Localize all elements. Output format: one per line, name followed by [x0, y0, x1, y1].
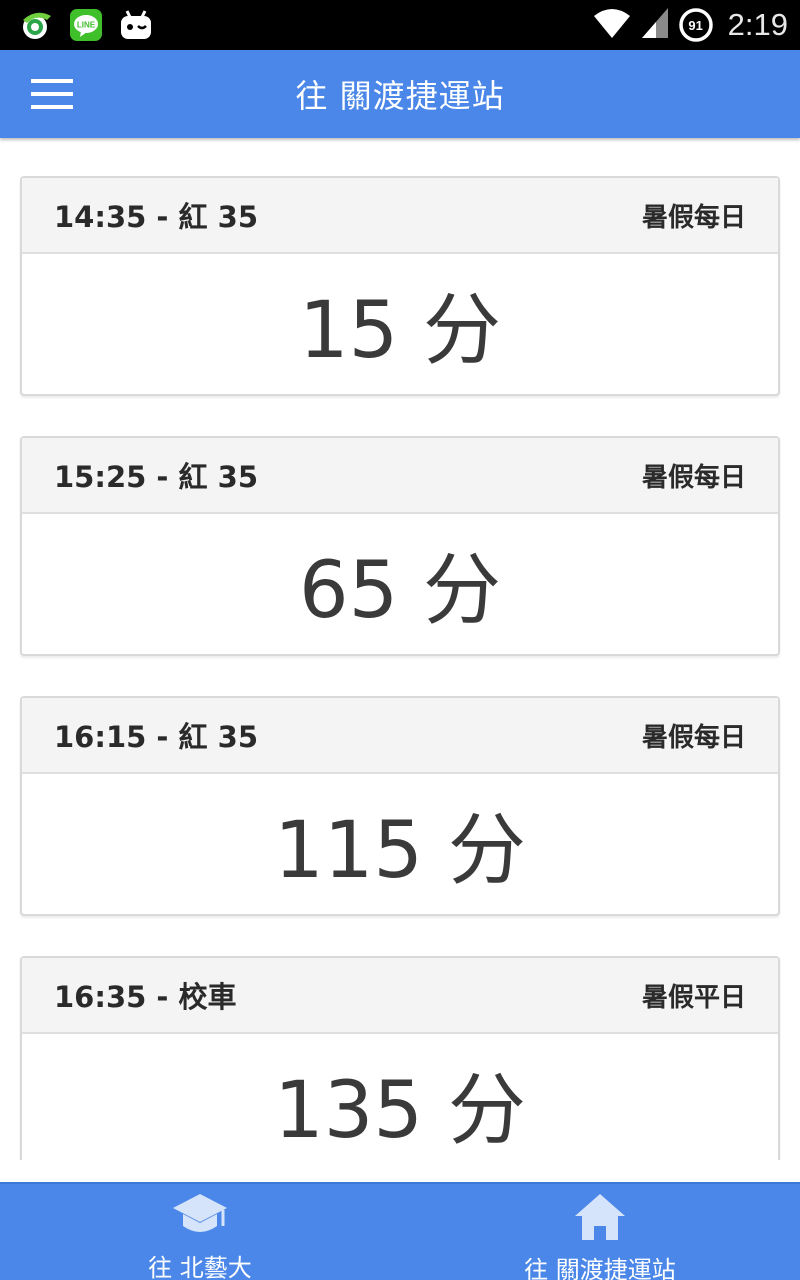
app-bar: 往 關渡捷運站	[0, 50, 800, 138]
departure-route: 16:15 - 紅 35	[54, 720, 258, 754]
page-title: 往 關渡捷運站	[295, 77, 505, 115]
notification-area: LINE	[18, 8, 154, 42]
battery-level: 91	[688, 17, 703, 33]
countdown-minutes: 115 分	[274, 806, 526, 896]
signal-icon	[640, 6, 670, 44]
departure-schedule: 暑假每日	[641, 722, 746, 753]
departure-route: 16:35 - 校車	[54, 980, 237, 1014]
departure-schedule: 暑假平日	[641, 982, 746, 1013]
bottom-navigation: 往 北藝大 往 關渡捷運站	[0, 1182, 800, 1280]
wifi-icon	[592, 6, 632, 44]
battery-icon: 91	[678, 7, 714, 43]
card-header: 15:25 - 紅 35 暑假每日	[22, 438, 778, 514]
departure-card[interactable]: 16:35 - 校車 暑假平日 135 分	[20, 956, 780, 1160]
departure-route: 14:35 - 紅 35	[54, 200, 258, 234]
countdown-minutes: 15 分	[298, 286, 502, 376]
menu-button[interactable]	[22, 66, 82, 122]
android-robot-icon	[118, 8, 154, 42]
departure-route: 15:25 - 紅 35	[54, 460, 258, 494]
countdown-minutes: 135 分	[274, 1066, 526, 1156]
nav-tab-guandu-station[interactable]: 往 關渡捷運站	[400, 1184, 800, 1280]
departure-card[interactable]: 14:35 - 紅 35 暑假每日 15 分	[20, 176, 780, 396]
countdown-minutes: 65 分	[298, 546, 502, 636]
nav-tab-tnua[interactable]: 往 北藝大	[0, 1184, 400, 1280]
line-icon: LINE	[68, 8, 104, 42]
departure-schedule: 暑假每日	[641, 202, 746, 233]
line-text: LINE	[77, 21, 96, 30]
system-status: 91 2:19	[592, 0, 788, 50]
nav-label: 往 北藝大	[148, 1254, 252, 1280]
card-header: 16:15 - 紅 35 暑假每日	[22, 698, 778, 774]
screen: LINE 91 2:19 往 關渡捷運站 14:35 - 紅 35 暑假每日 1…	[0, 0, 800, 1280]
card-header: 14:35 - 紅 35 暑假每日	[22, 178, 778, 254]
departure-schedule: 暑假每日	[641, 462, 746, 493]
card-header: 16:35 - 校車 暑假平日	[22, 958, 778, 1034]
departure-card[interactable]: 15:25 - 紅 35 暑假每日 65 分	[20, 436, 780, 656]
hamburger-menu-icon	[31, 79, 73, 109]
status-bar: LINE 91 2:19	[0, 0, 800, 50]
departure-list[interactable]: 14:35 - 紅 35 暑假每日 15 分 15:25 - 紅 35 暑假每日…	[0, 138, 800, 1160]
nav-label: 往 關渡捷運站	[524, 1256, 676, 1280]
home-icon	[570, 1192, 630, 1242]
departure-card[interactable]: 16:15 - 紅 35 暑假每日 115 分	[20, 696, 780, 916]
qq-browser-icon	[18, 8, 54, 42]
clock: 2:19	[727, 7, 788, 42]
graduation-cap-icon	[170, 1192, 230, 1240]
